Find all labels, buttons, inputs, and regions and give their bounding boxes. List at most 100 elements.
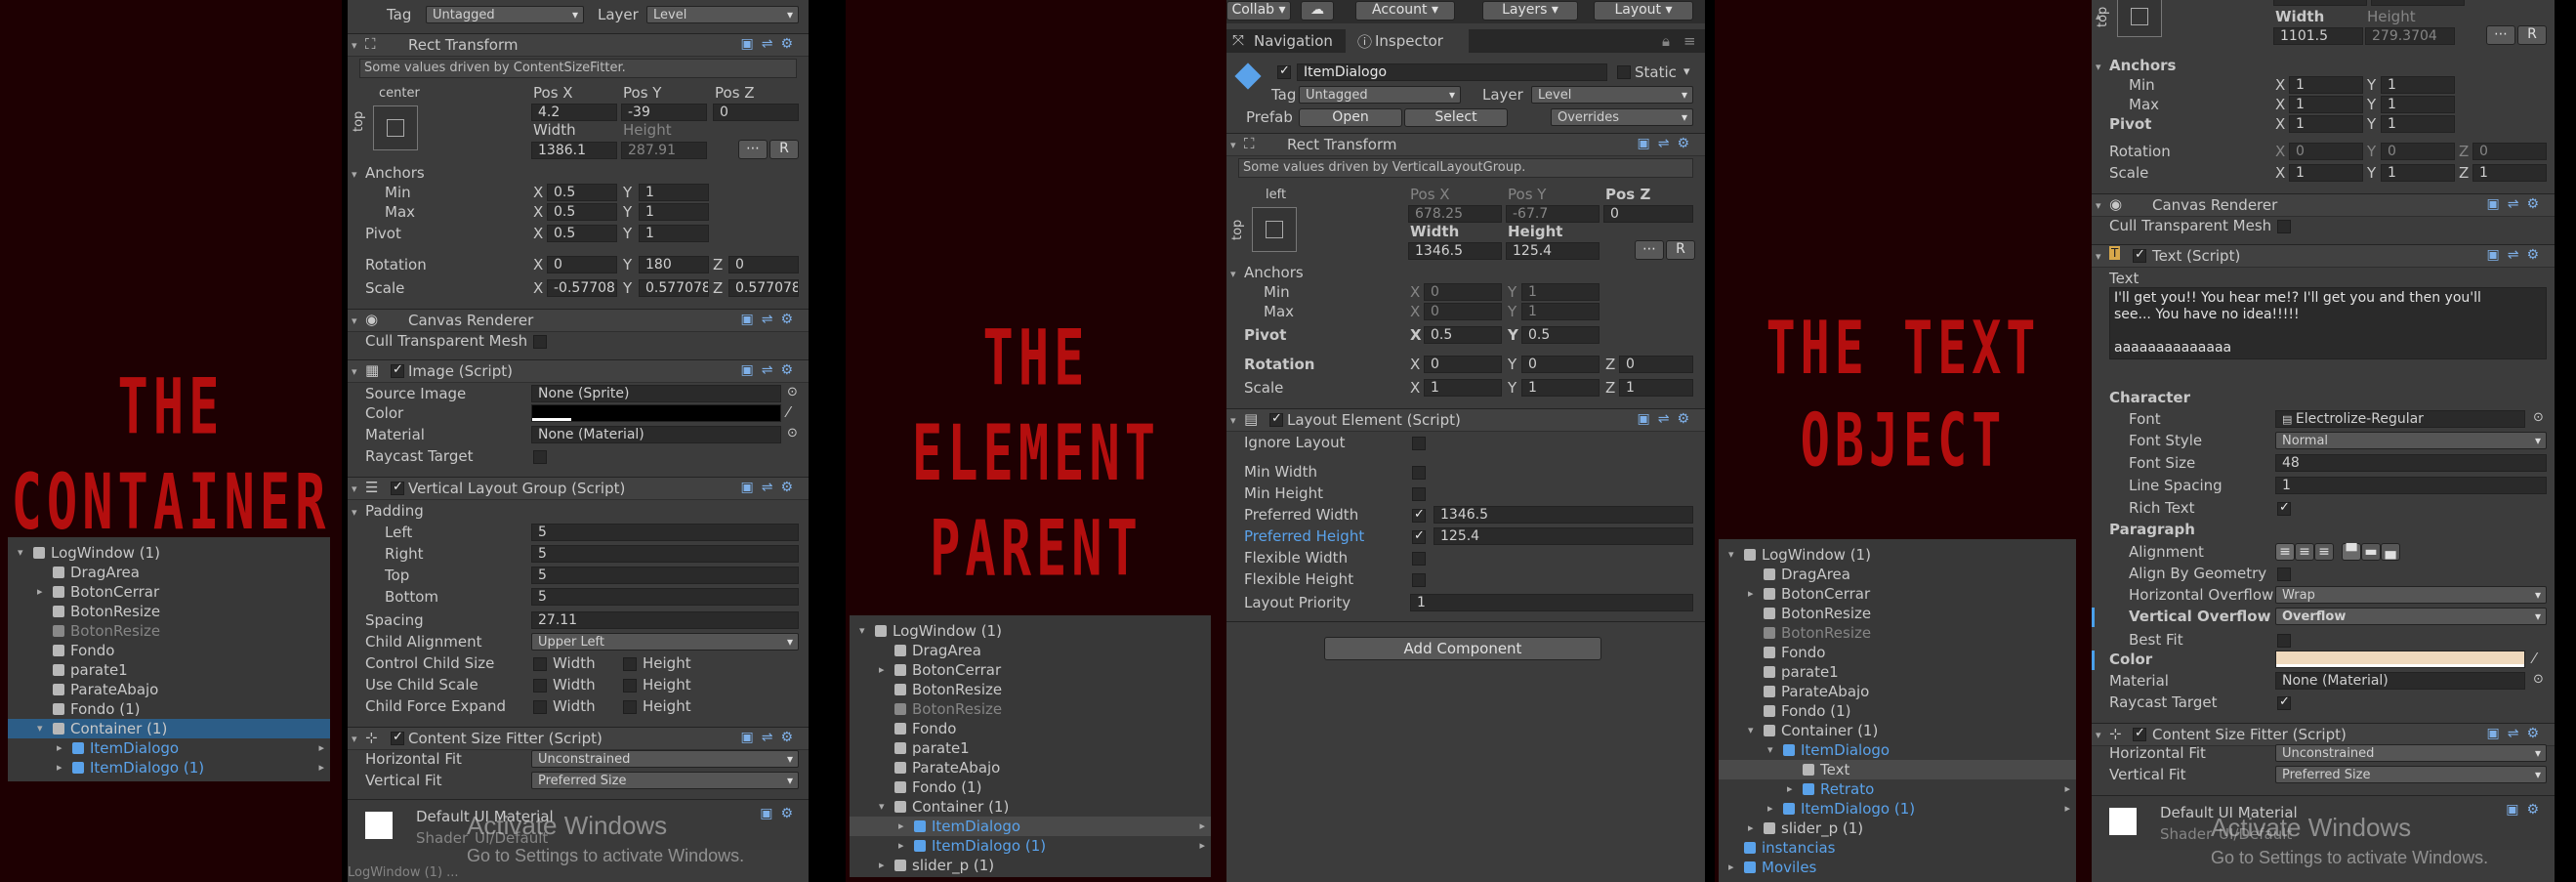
collapsed-arrow-icon[interactable]: ▸	[879, 859, 885, 871]
fold-arrow-icon[interactable]: ▾	[1230, 139, 1236, 151]
collapsed-arrow-icon[interactable]: ▸	[898, 819, 904, 832]
max-y-field[interactable]: 1	[639, 203, 709, 221]
scale-z-field[interactable]: 0.577078	[728, 279, 799, 297]
prefab-open-arrow-icon[interactable]: ▸	[2064, 802, 2070, 815]
color-swatch[interactable]	[2275, 651, 2525, 668]
max-y-field[interactable]: 1	[2381, 96, 2455, 113]
eyedropper-icon[interactable]: ⁄	[2533, 650, 2536, 667]
posx-field[interactable]: 4.2	[531, 104, 617, 121]
object-picker-icon[interactable]: ⊙	[787, 385, 798, 399]
min-y-field[interactable]: 1	[1521, 283, 1600, 301]
hierarchy-item[interactable]: DragArea	[8, 563, 330, 582]
hierarchy-item[interactable]: Fondo	[850, 719, 1211, 738]
flexible-width-checkbox[interactable]	[1412, 552, 1426, 566]
hierarchy-item[interactable]: DragArea	[1719, 565, 2076, 584]
hierarchy-item[interactable]: ▾ Container (1)	[850, 797, 1211, 817]
hierarchy-item[interactable]: BotonResize	[850, 699, 1211, 719]
max-x-field[interactable]: 0	[1424, 303, 1502, 320]
tab-menu-icon[interactable]: ≡	[1683, 32, 1696, 50]
image-enabled-checkbox[interactable]	[391, 362, 404, 378]
component-menu-icons[interactable]: ▣⇌⚙	[2486, 196, 2547, 212]
hierarchy-item[interactable]: parate1	[1719, 662, 2076, 682]
blueprint-button[interactable]: ⋯	[1635, 240, 1664, 260]
rect-transform-header[interactable]: ▾ ⛶ Rect Transform ▣⇌⚙	[1226, 133, 1705, 156]
expanded-arrow-icon[interactable]: ▾	[879, 800, 885, 813]
vlg-enabled-checbox[interactable]	[391, 480, 404, 495]
hierarchy-item[interactable]: Fondo	[1719, 643, 2076, 662]
expanded-arrow-icon[interactable]: ▾	[18, 546, 23, 559]
cull-checkbox[interactable]	[533, 335, 547, 349]
cloud-button[interactable]: ☁	[1301, 1, 1334, 21]
source-image-field[interactable]: None (Sprite)	[531, 385, 781, 402]
ignore-layout-checkbox[interactable]	[1412, 437, 1426, 450]
inspector-panel-2[interactable]: Collab ▾ ☁ Account ▾ Layers ▾ Layout ▾ ⤧…	[1226, 0, 1705, 882]
hfit-dropdown[interactable]: Unconstrained	[2275, 744, 2547, 762]
fold-arrow-icon[interactable]: ▾	[2096, 729, 2101, 741]
blueprint-button[interactable]: ⋯	[738, 140, 768, 159]
fold-arrow-icon[interactable]: ▾	[2096, 199, 2101, 212]
overrides-dropdown[interactable]: Overrides	[1551, 108, 1693, 126]
width-field[interactable]: 1386.1	[531, 142, 617, 159]
collapsed-arrow-icon[interactable]: ▸	[898, 839, 904, 852]
account-dropdown[interactable]: Account ▾	[1355, 1, 1455, 21]
hierarchy-item[interactable]: Fondo (1)	[850, 777, 1211, 797]
layers-dropdown[interactable]: Layers ▾	[1482, 1, 1578, 21]
raw-edit-button[interactable]: R	[2517, 25, 2547, 45]
hierarchy-item[interactable]: ▸ slider_p (1)	[1719, 819, 2076, 838]
csf-header[interactable]: ▾ ⊹ Content Size Fitter (Script) ▣⇌⚙	[2092, 723, 2555, 746]
collapsed-arrow-icon[interactable]: ▸	[1767, 802, 1773, 815]
cfe-width-checkbox[interactable]	[533, 700, 547, 714]
select-prefab-button[interactable]: Select	[1404, 108, 1508, 127]
layer-dropdown[interactable]: Level	[1531, 86, 1693, 104]
hierarchy-item[interactable]: ▸ slider_p (1)	[850, 856, 1211, 875]
vfit-dropdown[interactable]: Preferred Size	[2275, 766, 2547, 783]
hierarchy-item[interactable]: ▸ BotonCerrar	[8, 582, 330, 602]
fold-arrow-icon[interactable]: ▾	[2096, 250, 2101, 263]
font-style-dropdown[interactable]: Normal	[2275, 432, 2547, 449]
rot-x-field[interactable]: 0	[1424, 356, 1502, 373]
hierarchy-item[interactable]: ▸ ItemDialogo (1) ▸	[850, 836, 1211, 856]
scale-z-field[interactable]: 1	[2472, 164, 2547, 182]
min-x-field[interactable]: 0.5	[547, 184, 617, 201]
tag-dropdown[interactable]: Untagged	[426, 6, 584, 23]
hierarchy-item[interactable]: BotonResize	[8, 602, 330, 621]
rot-y-field[interactable]: 180	[639, 256, 709, 273]
layout-element-enabled-checkbox[interactable]	[1269, 411, 1283, 427]
anchor-preset-button[interactable]	[2117, 0, 2162, 37]
csf-header[interactable]: ▾ ⊹ Content Size Fitter (Script) ▣⇌⚙	[348, 727, 809, 750]
min-y-field[interactable]: 1	[639, 184, 709, 201]
component-menu-icons[interactable]: ▣⇌⚙	[2486, 247, 2547, 263]
static-checkbox[interactable]	[1617, 65, 1631, 79]
vertical-overflow-dropdown[interactable]: Overflow	[2275, 608, 2547, 625]
add-component-button[interactable]: Add Component	[1324, 637, 1601, 660]
flexible-height-checkbox[interactable]	[1412, 573, 1426, 587]
posy-field-clipped[interactable]	[2371, 0, 2465, 6]
posz-field[interactable]: 0	[713, 104, 799, 121]
pad-top-field[interactable]: 5	[531, 567, 799, 584]
fold-arrow-icon[interactable]: ▾	[352, 733, 357, 745]
spacing-field[interactable]: 27.11	[531, 611, 799, 629]
height-field[interactable]: 125.4	[1506, 242, 1600, 260]
tab-inspector[interactable]: ⓘ Inspector	[1346, 29, 1469, 53]
pivot-y-field[interactable]: 0.5	[1521, 326, 1600, 344]
posx-field-clipped[interactable]	[2273, 0, 2367, 6]
fold-arrow-icon[interactable]: ▾	[352, 39, 357, 52]
hierarchy-item[interactable]: instancias	[1719, 838, 2076, 858]
object-picker-icon[interactable]: ⊙	[2533, 410, 2544, 425]
pivot-x-field[interactable]: 0.5	[547, 225, 617, 242]
hierarchy-item[interactable]: ▾ Container (1)	[1719, 721, 2076, 740]
height-field[interactable]: 279.3704	[2365, 27, 2455, 45]
csf-enabled-checkbox[interactable]	[2133, 726, 2146, 741]
prefab-open-arrow-icon[interactable]: ▸	[1199, 839, 1205, 852]
image-header[interactable]: ▾ ▦ Image (Script) ▣⇌⚙	[348, 359, 809, 383]
anchors-fold-icon[interactable]: ▾	[352, 168, 357, 181]
component-menu-icons[interactable]: ▣⇌⚙	[740, 312, 801, 327]
expanded-arrow-icon[interactable]: ▾	[1748, 724, 1754, 736]
preferred-width-field[interactable]: 1346.5	[1433, 506, 1693, 524]
inspector-panel-1[interactable]: Tag Untagged Layer Level ▾ ⛶ Rect Transf…	[348, 0, 809, 882]
align-center-button[interactable]: ≡	[2295, 543, 2314, 561]
preferred-height-field[interactable]: 125.4	[1433, 527, 1693, 545]
collapsed-arrow-icon[interactable]: ▸	[1787, 782, 1793, 795]
best-fit-checkbox[interactable]	[2277, 634, 2291, 648]
hierarchy-item[interactable]: BotonResize	[8, 621, 330, 641]
